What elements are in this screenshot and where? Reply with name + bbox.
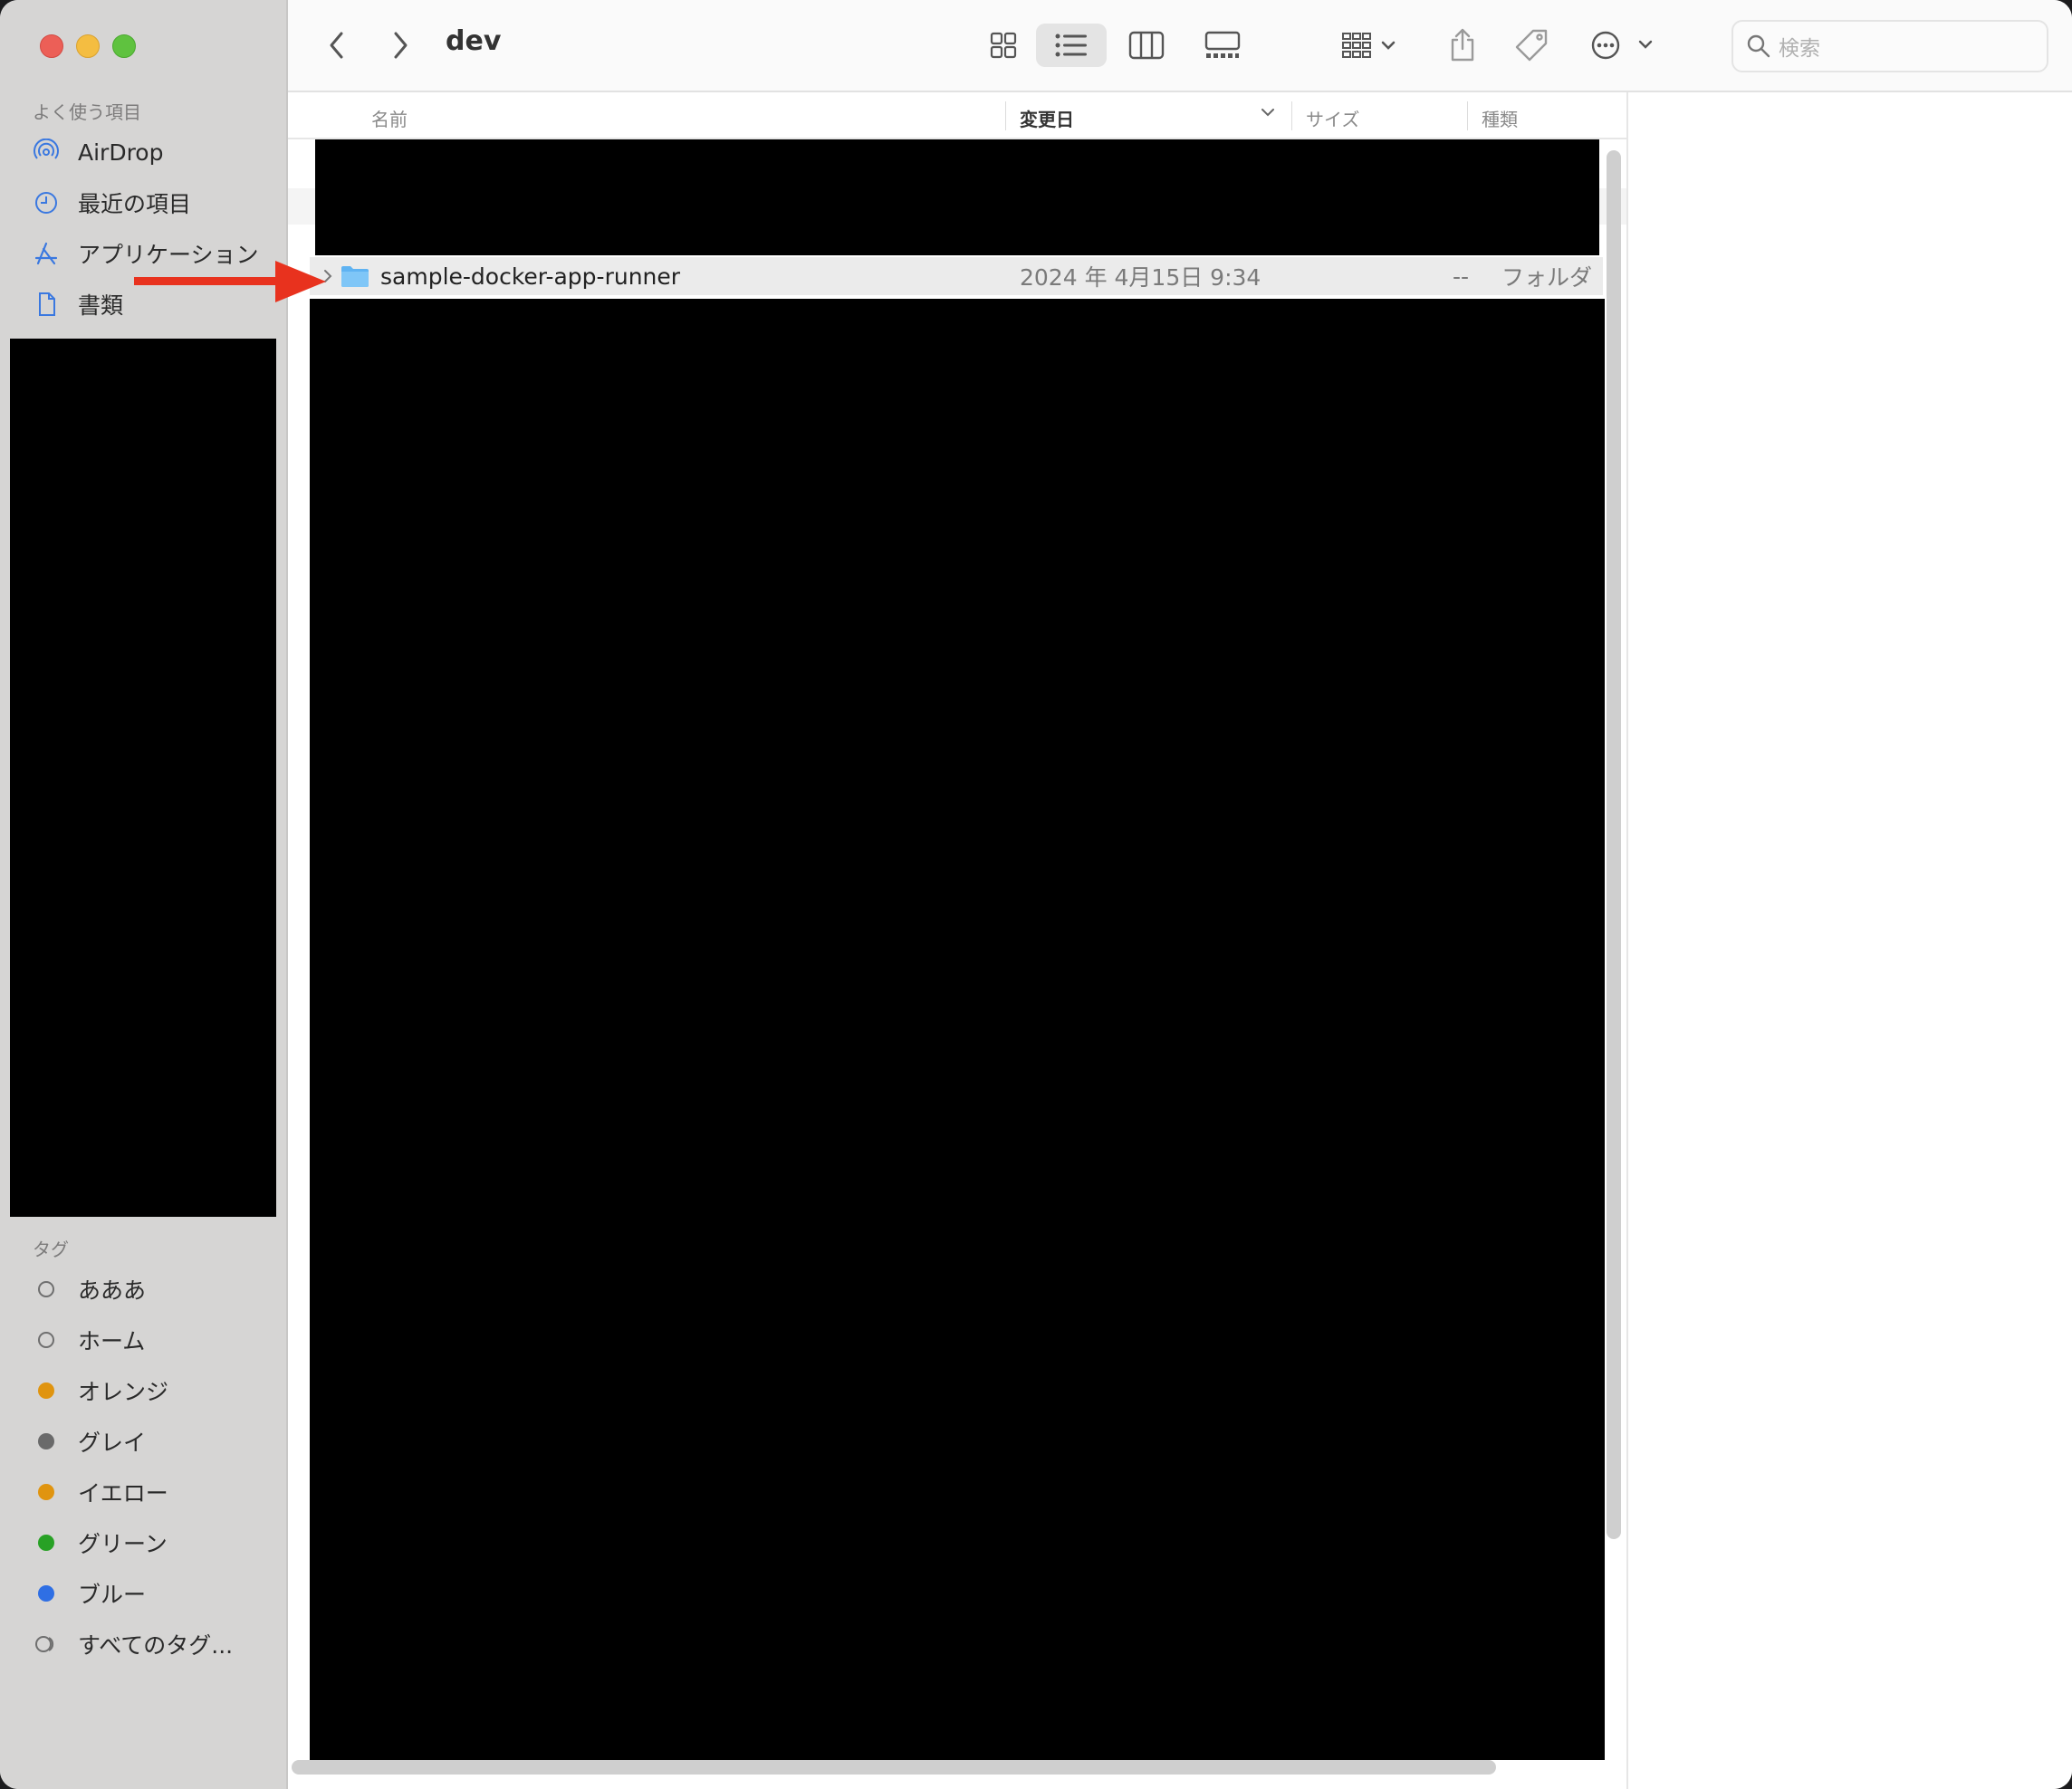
tags-heading: タグ	[33, 1239, 69, 1260]
sidebar-tag-green[interactable]: グリーン	[33, 1523, 168, 1563]
row-name: sample-docker-app-runner	[380, 263, 681, 290]
sidebar-item-label: グレイ	[78, 1430, 147, 1456]
sidebar-item-label: グリーン	[78, 1531, 168, 1557]
sidebar-item-label: オレンジ	[78, 1379, 169, 1405]
column-view-icon[interactable]	[1119, 24, 1174, 67]
group-icon[interactable]	[1335, 24, 1407, 67]
tag-dot-icon	[33, 1580, 60, 1607]
vertical-scrollbar[interactable]	[1607, 150, 1621, 1539]
tag-dot-icon	[33, 1529, 60, 1556]
tag-dot-icon	[33, 1377, 60, 1404]
sort-chevron-icon[interactable]	[1259, 103, 1277, 126]
sidebar-item-label: ホーム	[78, 1328, 146, 1354]
column-kind[interactable]: 種類	[1482, 105, 1518, 131]
redacted-area	[315, 139, 1599, 255]
list-view-icon[interactable]	[1036, 24, 1107, 67]
column-divider[interactable]	[1291, 101, 1292, 130]
icon-view-icon[interactable]	[976, 24, 1031, 67]
row-size: --	[1453, 263, 1470, 290]
folder-icon	[341, 263, 369, 289]
sidebar-item-label: 書類	[78, 292, 124, 319]
row-modified: 2024 年 4月15日 9:34	[1020, 264, 1261, 291]
horizontal-scrollbar[interactable]	[292, 1760, 1496, 1775]
tag-dot-icon	[33, 1326, 60, 1354]
back-icon[interactable]	[319, 24, 355, 67]
minimize-button[interactable]	[76, 34, 100, 58]
finder-window: よく使う項目 AirDrop 最近の項目 アプリケーション 書類 タグ あああ …	[0, 0, 2072, 1789]
sidebar-tag-home[interactable]: ホーム	[33, 1320, 145, 1360]
clock-icon	[33, 189, 60, 216]
sidebar-item-label: 最近の項目	[78, 191, 192, 217]
search-field[interactable]: 検索	[1731, 20, 2048, 72]
gallery-view-icon[interactable]	[1194, 24, 1252, 67]
column-size[interactable]: サイズ	[1306, 105, 1359, 131]
document-icon	[33, 291, 60, 318]
applications-icon	[33, 240, 60, 267]
sidebar-item-label: ブルー	[78, 1582, 147, 1608]
share-icon[interactable]	[1440, 24, 1485, 67]
sidebar-tag-gray[interactable]: グレイ	[33, 1421, 146, 1461]
search-input[interactable]: 検索	[1779, 31, 1820, 62]
file-list: sample-docker-app-runner 2024 年 4月15日 9:…	[288, 139, 1626, 1769]
sidebar-item-documents[interactable]: 書類	[33, 284, 123, 324]
more-icon[interactable]	[1583, 24, 1664, 67]
sidebar-item-label: あああ	[78, 1277, 147, 1304]
forward-icon[interactable]	[382, 24, 418, 67]
sidebar-item-recents[interactable]: 最近の項目	[33, 183, 191, 223]
redacted-area	[310, 299, 1605, 1760]
table-row[interactable]: sample-docker-app-runner 2024 年 4月15日 9:…	[310, 257, 1603, 295]
tag-dot-icon	[33, 1428, 60, 1455]
sidebar-all-tags[interactable]: すべてのタグ...	[33, 1624, 233, 1664]
sidebar-tag-blue[interactable]: ブルー	[33, 1574, 146, 1613]
redacted-area	[10, 339, 276, 1217]
sidebar-tag-yellow[interactable]: イエロー	[33, 1472, 168, 1512]
toolbar: dev 検索	[288, 0, 2072, 92]
window-title: dev	[446, 25, 502, 57]
sidebar-item-label: すべてのタグ...	[78, 1632, 234, 1659]
tag-dot-icon	[33, 1276, 60, 1303]
search-icon	[1746, 33, 1771, 59]
preview-pane	[1626, 92, 2072, 1789]
favorites-heading: よく使う項目	[33, 101, 141, 123]
sidebar-item-label: AirDrop	[78, 139, 164, 166]
close-button[interactable]	[40, 34, 63, 58]
sidebar-item-label: イエロー	[78, 1480, 168, 1507]
column-divider[interactable]	[1005, 101, 1006, 130]
tag-icon[interactable]	[1509, 24, 1554, 67]
column-name[interactable]: 名前	[371, 105, 408, 131]
zoom-button[interactable]	[112, 34, 136, 58]
column-header: 名前 変更日 サイズ 種類	[288, 92, 1626, 139]
sidebar-tag-aaa[interactable]: あああ	[33, 1269, 146, 1309]
column-divider[interactable]	[1467, 101, 1468, 130]
sidebar-tag-orange[interactable]: オレンジ	[33, 1371, 168, 1411]
row-kind: フォルダ	[1501, 264, 1593, 291]
sidebar-item-airdrop[interactable]: AirDrop	[33, 132, 163, 172]
column-modified[interactable]: 変更日	[1020, 105, 1074, 131]
all-tags-icon	[33, 1631, 60, 1658]
annotation-arrow-icon	[134, 259, 333, 308]
airdrop-icon	[33, 139, 60, 166]
tag-dot-icon	[33, 1478, 60, 1506]
